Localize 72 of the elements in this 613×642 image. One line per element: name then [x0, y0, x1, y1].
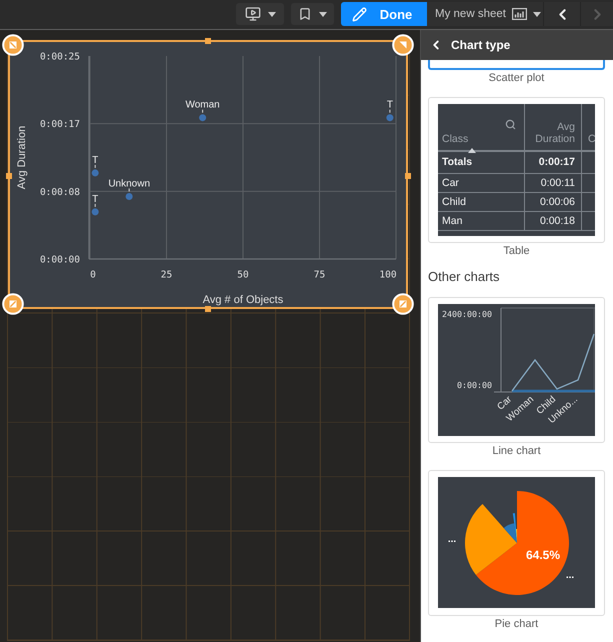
bookmark-button[interactable] — [291, 3, 334, 25]
sheet-selector[interactable]: My new sheet — [427, 2, 543, 26]
data-point[interactable] — [386, 114, 394, 122]
tick-label: 0:00:08 — [40, 186, 80, 198]
caret-down-icon — [268, 12, 276, 16]
pencil-icon — [352, 6, 367, 22]
resize-handle-icon[interactable] — [2, 293, 24, 315]
card-caption: Pie chart — [494, 617, 540, 631]
resize-handle-icon[interactable] — [2, 34, 24, 56]
card-caption: Line chart — [491, 444, 542, 458]
monitor-play-icon — [244, 6, 260, 22]
table-cell: 0:00:11 — [525, 174, 582, 192]
tick-label: 0:00:00 — [457, 380, 492, 390]
sheet-chart-icon — [512, 8, 527, 20]
axis-title: Avg Duration — [16, 126, 28, 190]
point-label: T — [386, 100, 393, 111]
point-label: Woman — [185, 100, 220, 111]
tick-label: 25 — [160, 270, 172, 280]
present-button[interactable] — [236, 3, 284, 25]
chart-type-card[interactable] — [428, 60, 605, 70]
previous-button[interactable] — [543, 2, 580, 26]
leader-line — [128, 188, 130, 192]
tick-label: 100 — [379, 270, 397, 280]
resize-handle-icon[interactable] — [392, 293, 414, 315]
data-point[interactable] — [92, 169, 99, 176]
tick-label: 75 — [314, 270, 326, 280]
resize-handle-icon[interactable] — [392, 34, 414, 56]
slice-label: 64.5% — [526, 548, 560, 562]
leader-line — [94, 203, 96, 208]
search-icon[interactable] — [505, 118, 516, 130]
resize-handle-icon[interactable] — [405, 173, 411, 179]
chart-type-card[interactable]: 64.5% ... ... — [428, 470, 605, 616]
leader-line — [202, 109, 204, 114]
point-label: T — [92, 194, 98, 205]
table-cell: 0:00:17 — [525, 152, 582, 174]
table-cell: Totals — [438, 152, 525, 174]
resize-handle-icon[interactable] — [205, 38, 211, 44]
panel-title: Chart type — [451, 38, 510, 52]
column-header[interactable]: Avg Duration — [531, 120, 575, 144]
resize-handle-icon[interactable] — [6, 173, 12, 179]
tick-label: 0:00:17 — [40, 119, 80, 130]
axis-title: Avg # of Objects — [202, 294, 284, 306]
point-label: T — [92, 154, 98, 166]
tick-label: 2400:00:00 — [442, 308, 492, 318]
table-cell: Man — [438, 212, 525, 230]
bookmark-icon — [298, 7, 312, 21]
slice-label: ... — [448, 534, 456, 545]
card-caption: Table — [502, 244, 531, 258]
table-cell: Car — [438, 174, 525, 192]
slice-label: ... — [566, 570, 574, 581]
column-header[interactable]: Class — [442, 132, 468, 144]
point-label: Unknown — [108, 178, 150, 190]
data-point[interactable] — [92, 208, 99, 216]
resize-handle-icon[interactable] — [205, 306, 211, 312]
table-cell: 0:00:06 — [525, 192, 582, 212]
leader-line — [389, 109, 390, 114]
tick-label: 0 — [90, 270, 96, 280]
section-heading: Other charts — [428, 269, 500, 285]
caret-down-icon — [319, 12, 327, 16]
tick-label: 50 — [237, 270, 249, 280]
tick-label: 0:00:25 — [40, 52, 80, 62]
chart-type-card[interactable]: Class Avg Duration C Totals 0:00:17 Car 0:00:11 Child 0:00:06 Man 0:00:18 — [428, 97, 605, 243]
table-cell: Child — [438, 192, 525, 212]
leader-line — [94, 164, 96, 168]
scatter-chart[interactable]: 0:00:00 0:00:08 0:00:17 0:00:25 0 25 50 75 100 Avg # of Objects Avg Duration T T Unknown Woman T — [8, 40, 408, 309]
data-point[interactable] — [199, 114, 206, 122]
caret-down-icon — [532, 12, 541, 16]
column-header[interactable]: C — [588, 132, 595, 144]
card-caption: Scatter plot — [488, 71, 546, 85]
tick-label: 0:00:00 — [40, 254, 80, 266]
data-point[interactable] — [126, 192, 133, 200]
table-cell: 0:00:18 — [525, 212, 582, 230]
